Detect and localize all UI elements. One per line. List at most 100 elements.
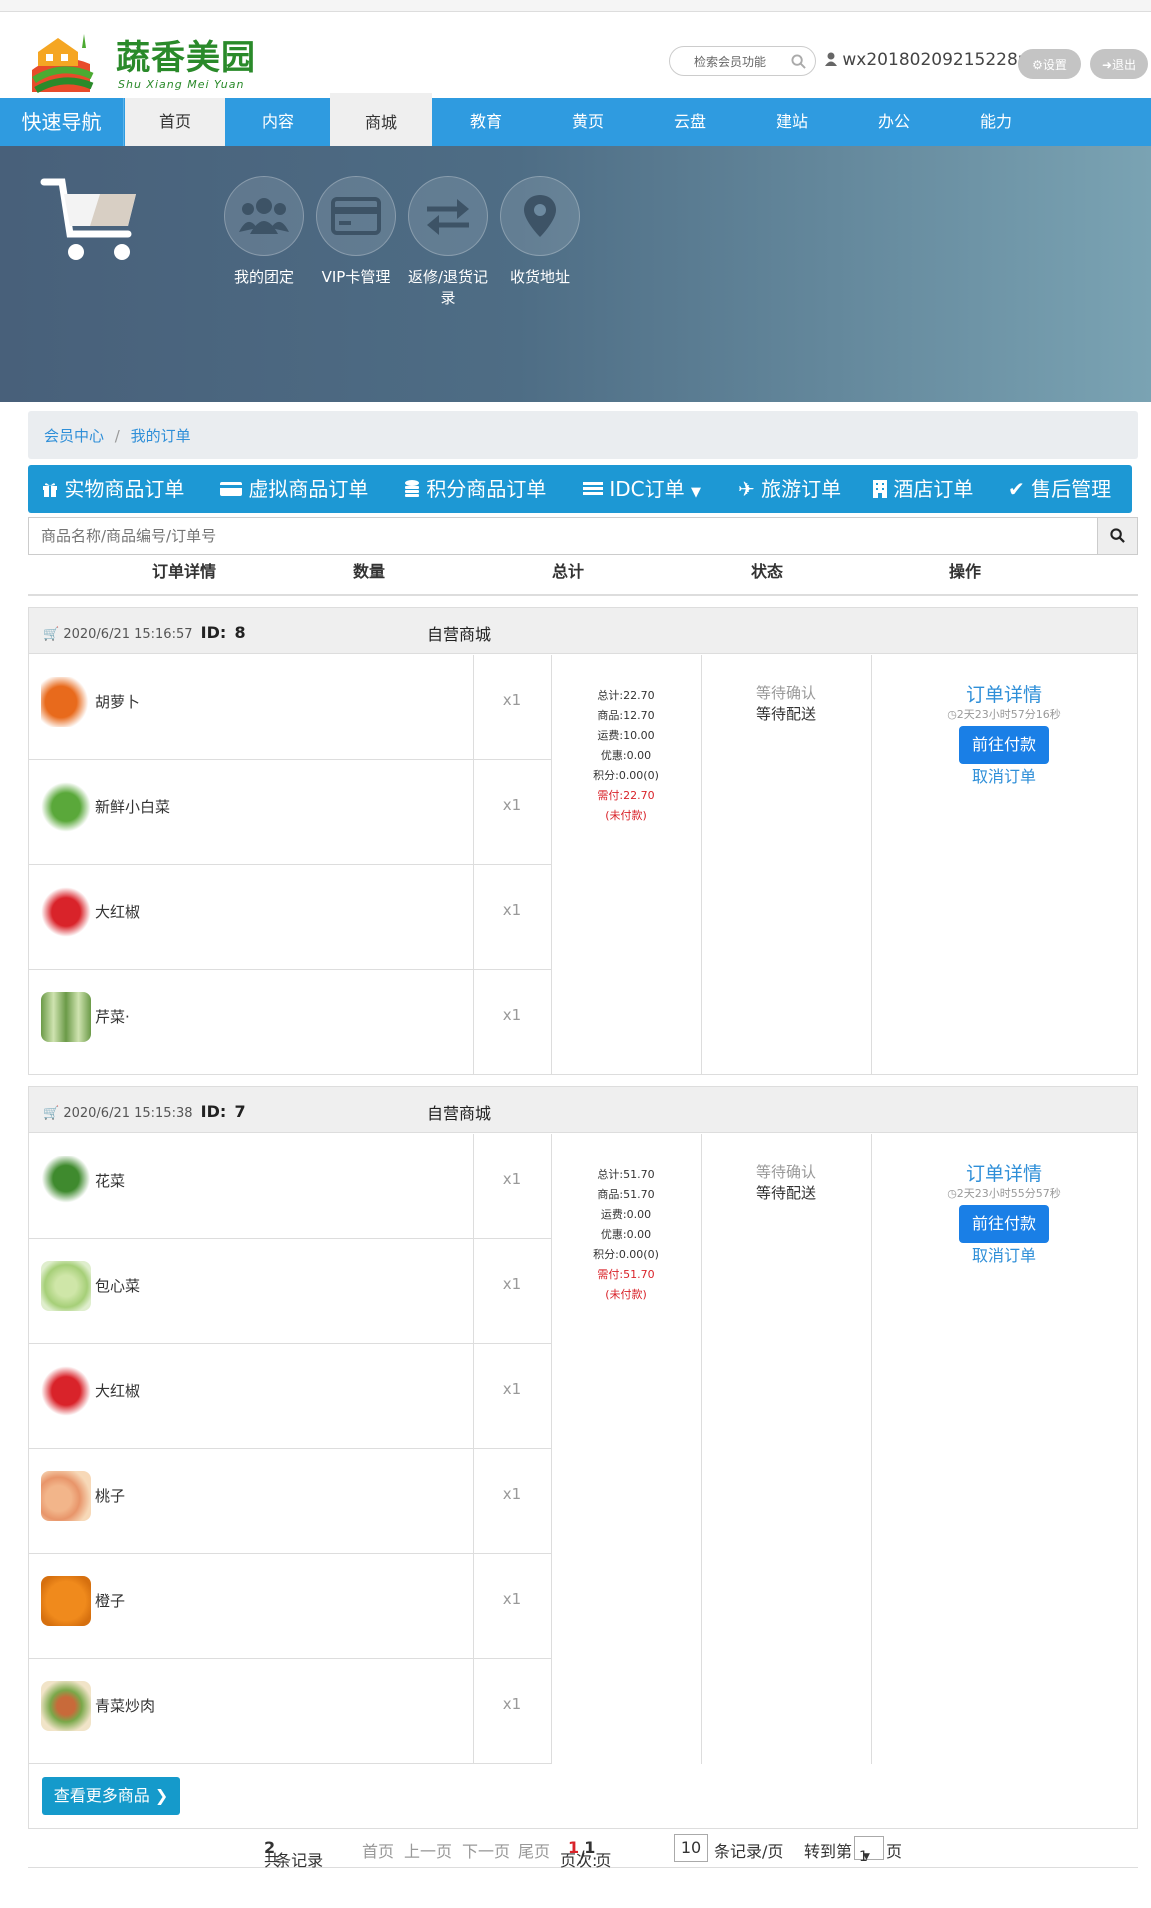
tab-after-sales[interactable]: ✔ 售后管理 <box>1008 465 1111 513</box>
nav-item-yellowpages[interactable]: 黄页 <box>538 98 638 146</box>
settings-button[interactable]: ⚙设置 <box>1018 49 1081 79</box>
summary-payable: 需付:51.70 <box>597 1268 655 1281</box>
product-image[interactable] <box>41 677 91 727</box>
goto-page-select[interactable]: 1 ▼ <box>854 1836 884 1865</box>
order-date: 🛒 2020/6/21 15:15:38 ID: 7 <box>43 1102 246 1121</box>
product-image[interactable] <box>41 1156 91 1206</box>
order-header: 🛒 2020/6/21 15:15:38 ID: 7 自营商城 <box>29 1087 1137 1133</box>
site-logo[interactable]: 蔬香美园 Shu Xiang Mei Yuan <box>28 26 258 98</box>
product-image[interactable] <box>41 1681 91 1731</box>
check-icon: ✔ <box>1008 477 1025 501</box>
tab-travel-orders[interactable]: ✈ 旅游订单 <box>738 465 841 513</box>
pager-first[interactable]: 首页 <box>362 1838 394 1862</box>
pager-per-page-suffix: 条记录/页 <box>714 1842 784 1861</box>
view-more-label: 查看更多商品 <box>53 1786 150 1805</box>
divider <box>473 1134 474 1764</box>
cancel-order-link[interactable]: 取消订单 <box>871 1243 1137 1269</box>
tab-points-orders[interactable]: 积分商品订单 <box>404 465 546 513</box>
quick-nav[interactable]: 快速导航 <box>0 98 124 146</box>
order-detail-link[interactable]: 订单详情 <box>871 682 1137 708</box>
tab-after-sales-label: 售后管理 <box>1031 477 1112 501</box>
banner-item-group[interactable]: 我的团定 <box>219 176 309 287</box>
tab-virtual-orders[interactable]: 虚拟商品订单 <box>220 465 368 513</box>
search-icon <box>1110 528 1125 543</box>
summary-discount: 优惠:0.00 <box>600 749 652 762</box>
summary-points: 积分:0.00(0) <box>593 769 659 782</box>
status-shipping: 等待配送 <box>755 1184 816 1202</box>
banner-item-vip[interactable]: VIP卡管理 <box>311 176 401 287</box>
product-name[interactable]: 大红椒 <box>95 901 140 922</box>
breadcrumb-home[interactable]: 会员中心 <box>44 427 104 445</box>
user-account[interactable]: wx20180209215228r5 <box>825 50 1036 70</box>
banner-item-address[interactable]: 收货地址 <box>495 176 585 287</box>
order-timer: ◷2天23小时55分57秒 <box>871 1187 1137 1201</box>
timer-text: 2天23小时55分57秒 <box>956 1187 1061 1200</box>
pager-slash: / <box>579 1847 585 1866</box>
nav-item-site[interactable]: 建站 <box>742 98 842 146</box>
product-qty: x1 <box>502 1170 522 1188</box>
nav-item-home[interactable]: 首页 <box>125 98 225 146</box>
per-page-input[interactable]: 10 <box>674 1834 708 1862</box>
pager-pageinfo: 页次: 1/ 1页 <box>560 1838 611 1870</box>
building-icon <box>873 480 887 498</box>
breadcrumb-current[interactable]: 我的订单 <box>131 427 191 445</box>
nav-item-education[interactable]: 教育 <box>434 98 538 146</box>
divider <box>473 655 474 1074</box>
pager-next[interactable]: 下一页 <box>462 1838 510 1862</box>
order-actions: 订单详情 ◷2天23小时57分16秒 前往付款 取消订单 <box>871 682 1137 790</box>
member-search-input[interactable]: 检索会员功能 <box>669 46 816 76</box>
database-icon <box>405 480 419 497</box>
pager-last[interactable]: 尾页 <box>518 1838 550 1862</box>
logo-house-icon <box>32 34 94 94</box>
search-icon[interactable] <box>791 54 806 69</box>
tab-idc-orders[interactable]: IDC订单 ▼ <box>583 465 701 513</box>
product-image[interactable] <box>41 1576 91 1626</box>
top-strip <box>0 0 1151 12</box>
col-total: 总计 <box>552 562 585 581</box>
product-name[interactable]: 花菜 <box>95 1170 125 1191</box>
product-image[interactable] <box>41 887 91 937</box>
pay-button[interactable]: 前往付款 <box>959 726 1049 764</box>
order-detail-link[interactable]: 订单详情 <box>871 1161 1137 1187</box>
col-actions: 操作 <box>949 562 982 581</box>
clock-icon: ◷ <box>947 708 957 721</box>
order-search-button[interactable] <box>1097 518 1137 554</box>
product-name[interactable]: 新鲜小白菜 <box>95 796 170 817</box>
order-header: 🛒 2020/6/21 15:16:57 ID: 8 自营商城 <box>29 608 1137 654</box>
summary-payable: 需付:22.70 <box>597 789 655 802</box>
cart-icon: 🛒 <box>43 627 60 642</box>
nav-item-ability[interactable]: 能力 <box>946 98 1046 146</box>
nav-item-content[interactable]: 内容 <box>226 98 330 146</box>
product-name[interactable]: 大红椒 <box>95 1380 140 1401</box>
nav-item-mall[interactable]: 商城 <box>330 93 432 146</box>
user-icon <box>825 52 837 66</box>
product-name[interactable]: 胡萝卜 <box>95 691 140 712</box>
pay-button[interactable]: 前往付款 <box>959 1205 1049 1243</box>
product-image[interactable] <box>41 1366 91 1416</box>
logo-title: 蔬香美园 <box>116 38 256 78</box>
product-name[interactable]: 芹菜· <box>95 1006 130 1027</box>
summary-shipping: 运费:10.00 <box>597 729 655 742</box>
tab-points-label: 积分商品订单 <box>426 477 547 501</box>
pager-prev[interactable]: 上一页 <box>404 1838 452 1862</box>
product-image[interactable] <box>41 1471 91 1521</box>
product-image[interactable] <box>41 1261 91 1311</box>
product-name[interactable]: 包心菜 <box>95 1275 140 1296</box>
nav-item-office[interactable]: 办公 <box>844 98 944 146</box>
cancel-order-link[interactable]: 取消订单 <box>871 764 1137 790</box>
banner-item-returns[interactable]: 返修/退货记录 <box>403 176 493 308</box>
pager-goto-prefix: 转到第 <box>804 1842 853 1861</box>
product-image[interactable] <box>41 782 91 832</box>
product-name[interactable]: 橙子 <box>95 1590 125 1611</box>
tab-hotel-orders[interactable]: 酒店订单 <box>873 465 973 513</box>
product-name[interactable]: 青菜炒肉 <box>95 1695 155 1716</box>
product-image[interactable] <box>41 992 91 1042</box>
col-details: 订单详情 <box>152 562 217 581</box>
card-icon <box>331 197 381 235</box>
tab-physical-orders[interactable]: 实物商品订单 <box>42 465 184 513</box>
product-name[interactable]: 桃子 <box>95 1485 125 1506</box>
nav-item-cloud[interactable]: 云盘 <box>640 98 740 146</box>
logout-button[interactable]: ➜退出 <box>1090 49 1148 79</box>
view-more-button[interactable]: 查看更多商品 ❯ <box>42 1777 180 1815</box>
order-search-input[interactable] <box>29 518 1098 554</box>
